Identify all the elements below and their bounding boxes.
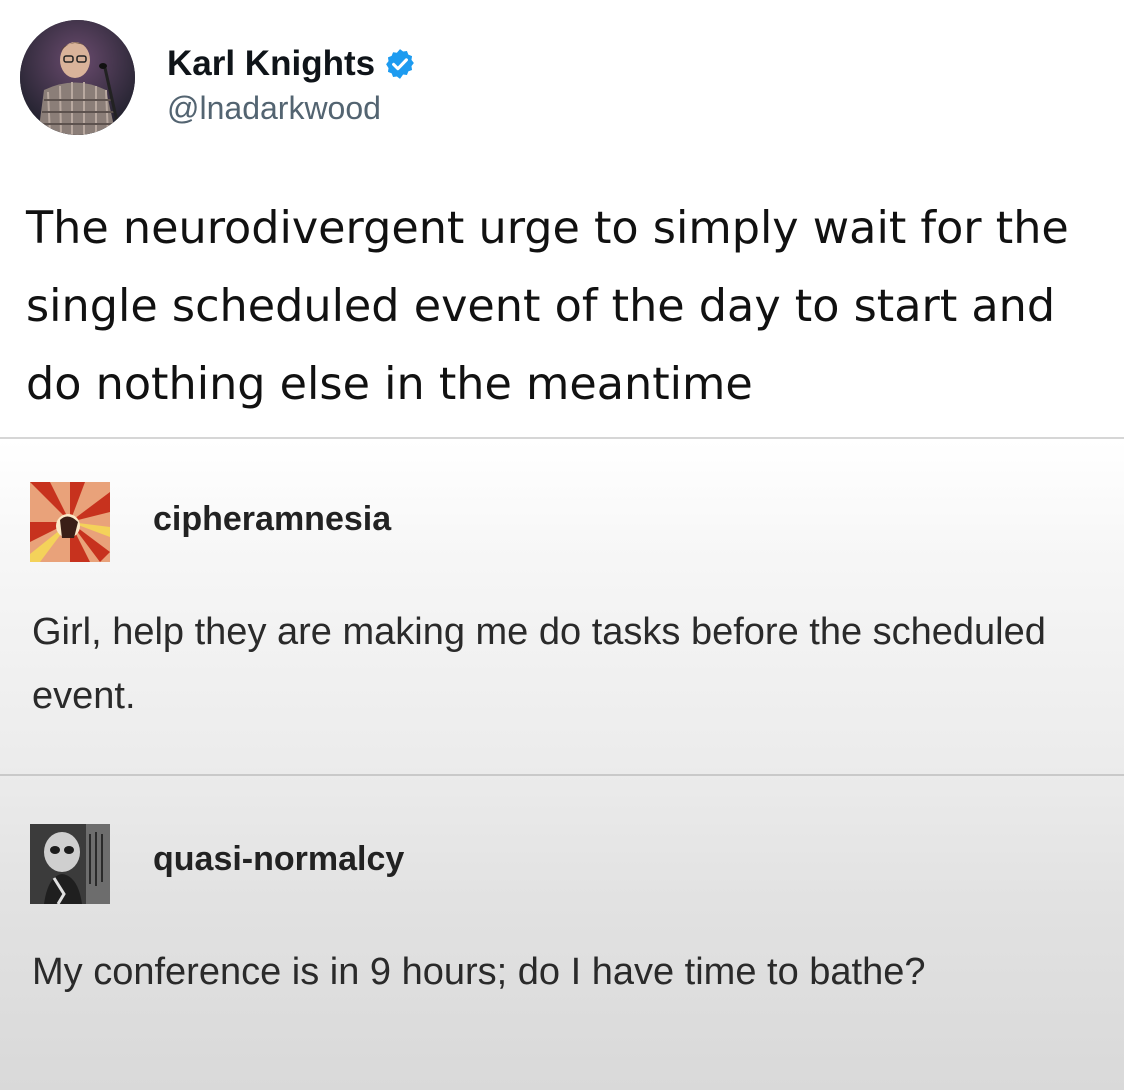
reply-avatar-cipheramnesia[interactable]: [30, 482, 110, 562]
reply-username[interactable]: cipheramnesia: [153, 500, 391, 539]
section-divider: [0, 437, 1124, 439]
tweet-author-avatar[interactable]: [20, 20, 135, 135]
reply-username[interactable]: quasi-normalcy: [153, 840, 404, 879]
reply-text: Girl, help they are making me do tasks b…: [32, 611, 1046, 717]
reply-avatar-quasi-normalcy[interactable]: [30, 824, 110, 904]
tweet-card: Karl Knights @lnadarkwood The neurodiver…: [0, 0, 1124, 438]
avatar-art-image: [30, 824, 110, 904]
reply-text: My conference is in 9 hours; do I have t…: [32, 951, 926, 993]
tweet-author-name[interactable]: Karl Knights: [167, 44, 375, 84]
avatar-art-image: [30, 482, 110, 562]
tweet-body-text: The neurodivergent urge to simply wait f…: [26, 203, 1069, 410]
tweet-author-handle[interactable]: @lnadarkwood: [167, 90, 381, 127]
avatar-photo-image: [20, 20, 135, 135]
verified-badge-icon: [383, 47, 417, 81]
screenshot-page: Karl Knights @lnadarkwood The neurodiver…: [0, 0, 1124, 1090]
section-divider: [0, 774, 1124, 776]
tweet-author-row: Karl Knights: [167, 42, 417, 86]
